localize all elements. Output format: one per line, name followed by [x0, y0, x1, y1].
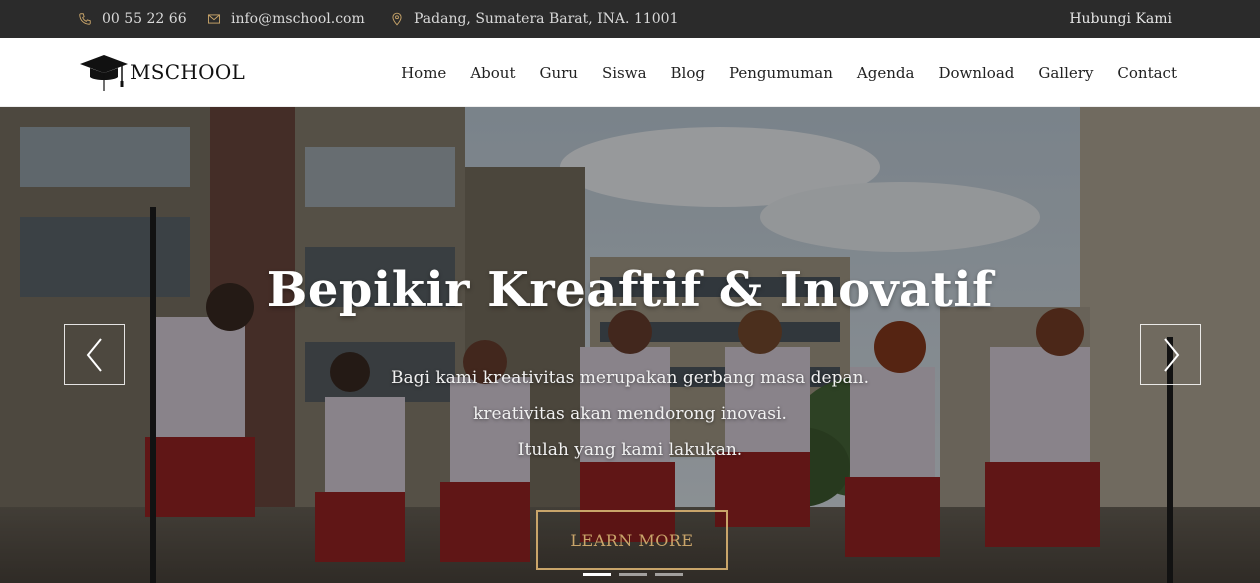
nav-contact[interactable]: Contact: [1117, 64, 1177, 82]
map-pin-icon: [390, 12, 404, 26]
hero-title: Bepikir Kreaftif & Inovatif: [266, 262, 994, 318]
contact-us-link[interactable]: Hubungi Kami: [1069, 0, 1172, 38]
slide-indicator-3[interactable]: [655, 573, 683, 576]
phone-text: 00 55 22 66: [102, 11, 187, 27]
chevron-right-icon: [1163, 337, 1179, 372]
nav-home[interactable]: Home: [401, 64, 446, 82]
email-text: info@mschool.com: [231, 11, 365, 27]
email-info[interactable]: info@mschool.com: [207, 0, 365, 38]
site-logo[interactable]: MSCHOOL: [78, 52, 245, 92]
slide-indicators: [583, 573, 683, 576]
phone-icon: [78, 12, 92, 26]
hero-slider: Bepikir Kreaftif & Inovatif Bagi kami kr…: [0, 107, 1260, 583]
nav-gallery[interactable]: Gallery: [1038, 64, 1093, 82]
slide-indicator-2[interactable]: [619, 573, 647, 576]
learn-more-button[interactable]: LEARN MORE: [536, 510, 728, 570]
nav-about[interactable]: About: [470, 64, 515, 82]
top-bar: 00 55 22 66 info@mschool.com Padang, Sum…: [0, 0, 1260, 38]
next-slide-button[interactable]: [1140, 324, 1201, 385]
prev-slide-button[interactable]: [64, 324, 125, 385]
nav-blog[interactable]: Blog: [671, 64, 705, 82]
nav-agenda[interactable]: Agenda: [857, 64, 915, 82]
chevron-left-icon: [86, 337, 102, 372]
hero-line-2: kreativitas akan mendorong inovasi.: [473, 404, 787, 424]
nav-guru[interactable]: Guru: [539, 64, 577, 82]
nav-pengumuman[interactable]: Pengumuman: [729, 64, 833, 82]
hero-line-1: Bagi kami kreativitas merupakan gerbang …: [391, 368, 869, 388]
address-info: Padang, Sumatera Barat, INA. 11001: [390, 0, 678, 38]
hero-line-3: Itulah yang kami lakukan.: [517, 440, 743, 460]
main-navbar: MSCHOOL Home About Guru Siswa Blog Pengu…: [0, 38, 1260, 107]
envelope-icon: [207, 12, 221, 26]
brand-name: MSCHOOL: [130, 60, 246, 84]
slide-indicator-1[interactable]: [583, 573, 611, 576]
phone-info[interactable]: 00 55 22 66: [78, 0, 187, 38]
graduation-cap-icon: [80, 55, 128, 91]
nav-siswa[interactable]: Siswa: [602, 64, 647, 82]
nav-menu: Home About Guru Siswa Blog Pengumuman Ag…: [401, 38, 1177, 107]
nav-download[interactable]: Download: [938, 64, 1014, 82]
address-text: Padang, Sumatera Barat, INA. 11001: [414, 11, 679, 27]
